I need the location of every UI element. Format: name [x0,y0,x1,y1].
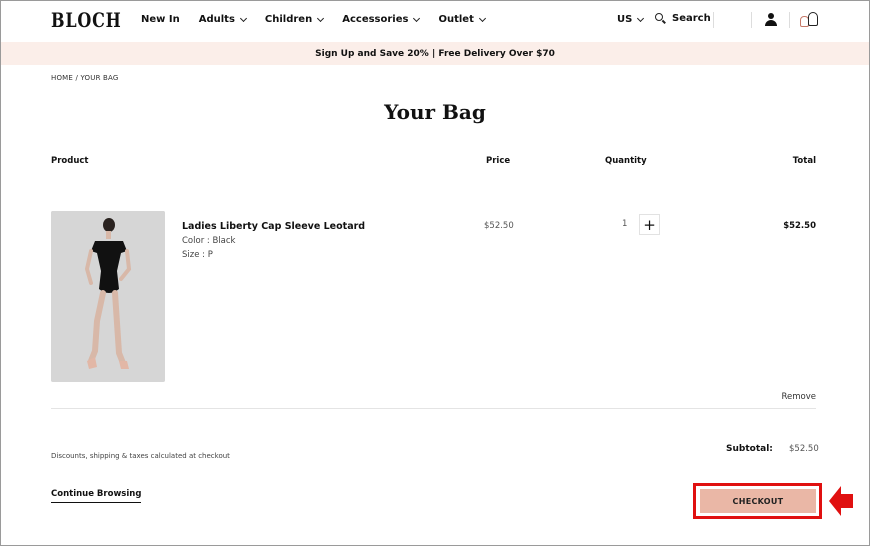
arrow-left-icon [829,486,853,516]
header-divider [713,12,714,28]
chevron-down-icon [478,14,486,22]
chevron-down-icon [239,14,247,22]
product-color: Color : Black [182,236,236,246]
quantity-increase-button[interactable]: + [639,214,660,235]
nav-item-children[interactable]: Children [264,14,325,25]
promo-text: Sign Up and Save 20% | Free Delivery Ove… [315,48,555,59]
quantity-value[interactable]: 1 [622,219,627,229]
page-title: Your Bag [384,100,486,124]
plus-icon: + [643,215,656,234]
checkout-button[interactable]: CHECKOUT [700,489,816,513]
nav-label: Children [264,14,313,25]
main-nav: New In Adults Children Accessories Outle… [141,14,504,25]
account-icon[interactable] [765,13,777,27]
chevron-down-icon [413,14,421,22]
nav-label: New In [141,14,180,25]
region-selector[interactable]: US [617,14,645,25]
subtotal-label: Subtotal: [726,444,773,454]
checkout-label: CHECKOUT [732,496,784,506]
bag-icon[interactable] [799,11,819,29]
subtotal-value: $52.50 [789,444,819,454]
site-header: BLOCH New In Adults Children Accessories… [0,0,870,42]
column-header-price: Price [486,156,511,166]
nav-item-outlet[interactable]: Outlet [438,14,486,25]
item-total: $52.50 [783,221,816,231]
product-image[interactable] [51,211,165,382]
promo-banner[interactable]: Sign Up and Save 20% | Free Delivery Ove… [1,42,869,65]
checkout-note: Discounts, shipping & taxes calculated a… [51,452,230,460]
nav-item-new-in[interactable]: New In [141,14,180,25]
search-icon [655,13,666,24]
header-divider [789,12,790,28]
item-price: $52.50 [484,221,514,231]
nav-item-accessories[interactable]: Accessories [342,14,421,25]
product-name[interactable]: Ladies Liberty Cap Sleeve Leotard [182,221,365,232]
column-header-quantity: Quantity [605,156,647,166]
site-logo[interactable]: BLOCH [51,8,122,32]
divider [51,408,816,409]
column-header-product: Product [51,156,89,166]
region-label: US [617,14,633,25]
nav-item-adults[interactable]: Adults [198,14,247,25]
column-header-total: Total [792,156,816,166]
search-button[interactable]: Search [655,13,711,24]
chevron-down-icon [317,14,325,22]
nav-label: Adults [198,14,235,25]
remove-button[interactable]: Remove [782,392,817,402]
chevron-down-icon [637,14,645,22]
breadcrumb[interactable]: HOME / YOUR BAG [51,74,119,82]
continue-browsing-link[interactable]: Continue Browsing [51,489,142,503]
nav-label: Outlet [438,14,474,25]
product-size: Size : P [182,250,213,260]
nav-label: Accessories [342,14,409,25]
search-label: Search [672,13,711,24]
header-divider [751,12,752,28]
